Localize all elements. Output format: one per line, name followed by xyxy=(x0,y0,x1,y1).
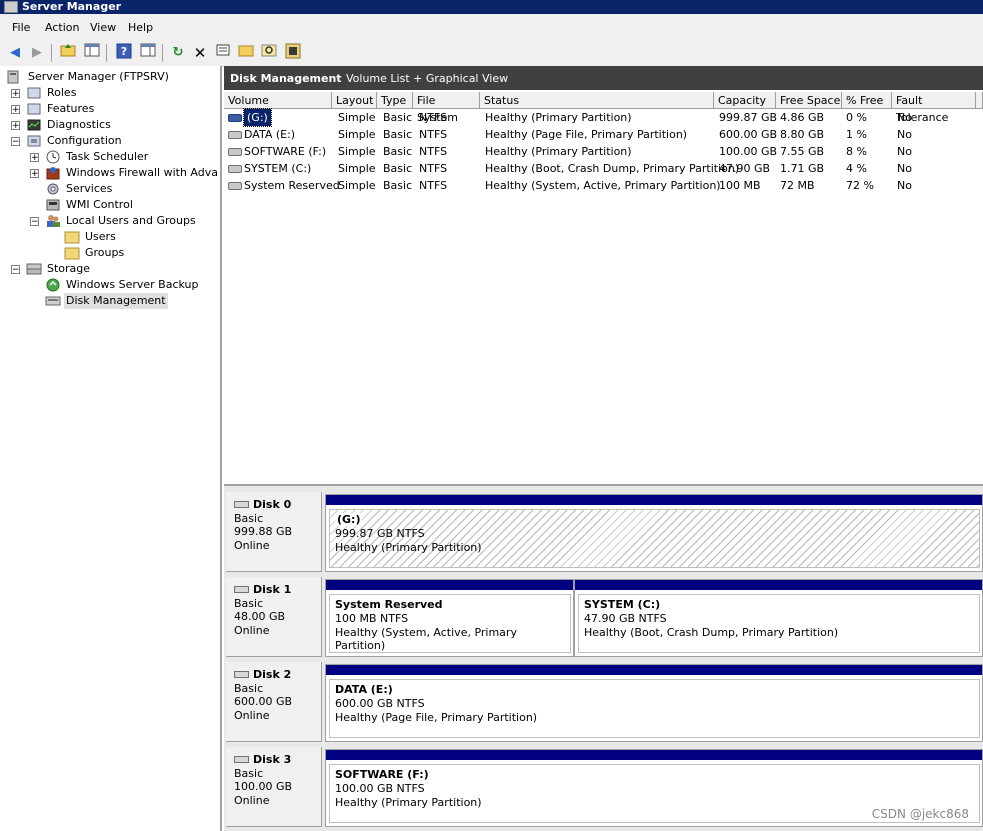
volume-icon xyxy=(228,148,242,156)
volume-icon xyxy=(228,165,242,173)
partition-g[interactable]: (G:) 999.87 GB NTFS Healthy (Primary Par… xyxy=(325,494,983,572)
collapse-icon[interactable]: − xyxy=(11,137,20,147)
pane-title: Disk Management xyxy=(230,72,342,85)
volume-icon xyxy=(228,114,242,122)
tree-item-windows-firewall[interactable]: + Windows Firewall with Advanced xyxy=(30,165,219,181)
delete-icon[interactable]: ✕ xyxy=(190,43,210,63)
properties-view-icon[interactable] xyxy=(138,43,158,63)
menu-file[interactable]: File xyxy=(12,21,30,34)
server-manager-icon xyxy=(4,1,18,13)
disk-icon[interactable] xyxy=(283,43,303,63)
collapse-icon[interactable]: − xyxy=(11,265,20,275)
column-header-status[interactable]: Status xyxy=(480,92,714,109)
toolbar: ◀ ▶ ? ↻ ✕ xyxy=(0,40,983,67)
column-header-volume[interactable]: Volume xyxy=(224,92,332,109)
pane-view-label: Volume List + Graphical View xyxy=(346,72,509,85)
menu-action[interactable]: Action xyxy=(45,21,79,34)
column-header-free-space[interactable]: Free Space xyxy=(776,92,842,109)
menu-view[interactable]: View xyxy=(90,21,116,34)
disk-info[interactable]: Disk 0 Basic 999.88 GB Online xyxy=(226,492,322,572)
column-header-percent-free[interactable]: % Free xyxy=(842,92,892,109)
title-bar: Server Manager xyxy=(0,0,983,14)
open-folder-icon[interactable] xyxy=(236,43,256,63)
partition-data-e[interactable]: DATA (E:) 600.00 GB NTFS Healthy (Page F… xyxy=(325,664,983,742)
properties-icon[interactable] xyxy=(213,43,233,63)
expand-icon[interactable]: + xyxy=(30,153,39,163)
volume-icon xyxy=(228,182,242,190)
disk-info[interactable]: Disk 3 Basic 100.00 GB Online xyxy=(226,747,322,827)
column-header-fault-tolerance[interactable]: Fault Tolerance xyxy=(892,92,976,124)
disk-icon xyxy=(234,756,249,763)
partition-system-reserved[interactable]: System Reserved 100 MB NTFS Healthy (Sys… xyxy=(325,579,574,657)
collapse-icon[interactable]: − xyxy=(30,217,39,227)
volume-list: Volume Layout Type File System Status Ca… xyxy=(224,92,983,486)
disk-row: Disk 0 Basic 999.88 GB Online (G:) 999.8… xyxy=(224,492,983,574)
menu-bar: File Action View Help xyxy=(0,14,983,40)
back-arrow-icon[interactable]: ◀ xyxy=(5,43,25,63)
disk-icon xyxy=(234,671,249,678)
column-header-type[interactable]: Type xyxy=(377,92,413,109)
disk-row: Disk 3 Basic 100.00 GB Online SOFTWARE (… xyxy=(224,747,983,829)
find-icon[interactable] xyxy=(259,43,279,63)
window-title: Server Manager xyxy=(22,0,122,13)
volume-icon xyxy=(228,131,242,139)
disk-info[interactable]: Disk 1 Basic 48.00 GB Online xyxy=(226,577,322,657)
forward-arrow-icon[interactable]: ▶ xyxy=(27,43,47,63)
expand-icon[interactable]: + xyxy=(30,169,39,179)
menu-help[interactable]: Help xyxy=(128,21,153,34)
disk-info[interactable]: Disk 2 Basic 600.00 GB Online xyxy=(226,662,322,742)
disk-row: Disk 1 Basic 48.00 GB Online System Rese… xyxy=(224,577,983,659)
refresh-icon[interactable]: ↻ xyxy=(168,43,188,63)
expand-icon[interactable]: + xyxy=(11,121,20,131)
expand-icon[interactable]: + xyxy=(11,105,20,115)
column-header-capacity[interactable]: Capacity xyxy=(714,92,776,109)
partition-system-c[interactable]: SYSTEM (C:) 47.90 GB NTFS Healthy (Boot,… xyxy=(574,579,983,657)
graphical-view: Disk 0 Basic 999.88 GB Online (G:) 999.8… xyxy=(224,486,983,831)
show-hide-tree-icon[interactable] xyxy=(82,43,102,63)
disk-row: Disk 2 Basic 600.00 GB Online DATA (E:) … xyxy=(224,662,983,744)
navigation-tree: Server Manager (FTPSRV) + Roles + Featur… xyxy=(0,66,222,831)
column-header-layout[interactable]: Layout xyxy=(332,92,377,109)
svg-text:?: ? xyxy=(121,45,127,58)
pane-header: Disk Management Volume List + Graphical … xyxy=(224,66,983,90)
disk-icon xyxy=(234,586,249,593)
expand-icon[interactable]: + xyxy=(11,89,20,99)
help-icon[interactable]: ? xyxy=(114,43,134,63)
watermark: CSDN @jekc868 xyxy=(871,807,969,821)
up-folder-icon[interactable] xyxy=(58,43,78,63)
disk-icon xyxy=(234,501,249,508)
details-pane: Disk Management Volume List + Graphical … xyxy=(224,66,983,831)
column-header-file-system[interactable]: File System xyxy=(413,92,480,124)
